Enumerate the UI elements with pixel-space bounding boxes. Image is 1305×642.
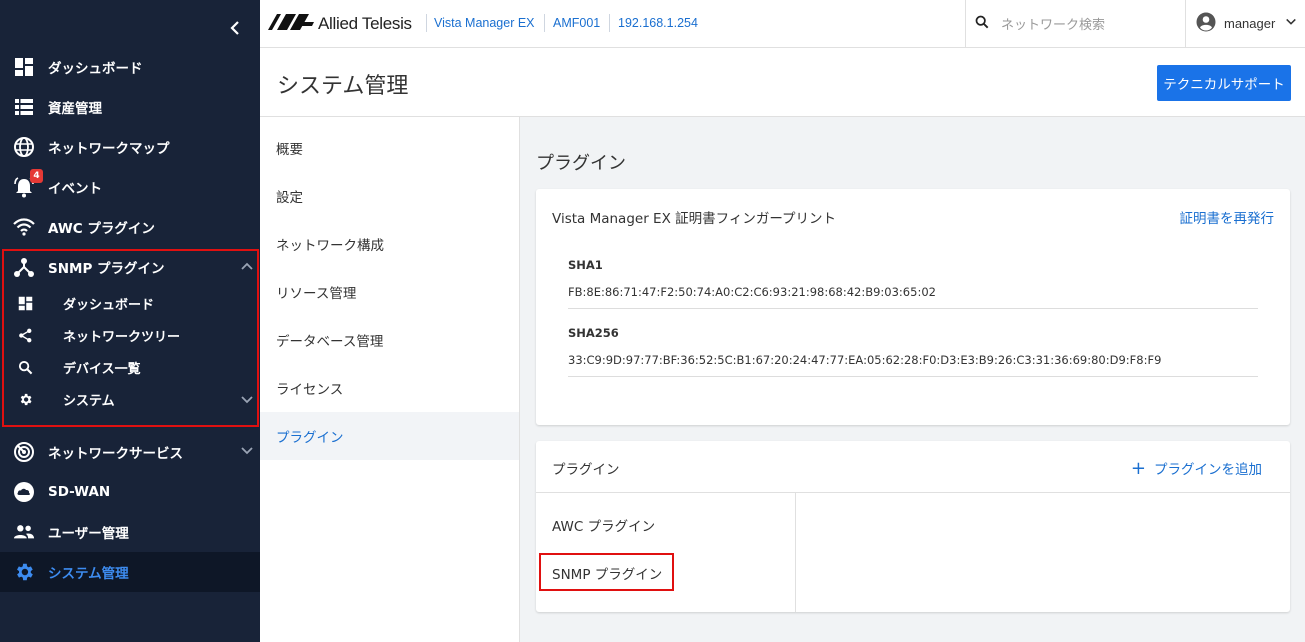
chevron-down-icon — [240, 444, 254, 458]
sidebar-item-label: ユーザー管理 — [48, 526, 129, 542]
reissue-certificate-link[interactable]: 証明書を再発行 — [1180, 207, 1275, 227]
globe-icon — [13, 136, 35, 158]
account-icon — [1196, 12, 1216, 36]
cloud-icon — [13, 481, 35, 503]
event-count-badge: 4 — [30, 169, 43, 183]
search-input[interactable]: ネットワーク検索 — [1001, 14, 1105, 33]
plugin-item-awc[interactable]: AWC プラグイン — [552, 515, 655, 535]
add-plugin-label: プラグインを追加 — [1154, 462, 1262, 478]
sidebar-item-label: ダッシュボード — [48, 61, 143, 77]
sidebar-item-network-map[interactable]: ネットワークマップ — [0, 127, 260, 167]
subnav-item-license[interactable]: ライセンス — [260, 364, 519, 412]
section-title: プラグイン — [536, 153, 626, 174]
sidebar-item-user-management[interactable]: ユーザー管理 — [0, 512, 260, 552]
chevron-down-icon — [1285, 16, 1297, 32]
radar-icon — [13, 441, 35, 463]
sidebar-item-label: システム管理 — [48, 566, 129, 582]
snmp-plugin-highlight-box — [539, 553, 674, 591]
plus-icon: + — [1130, 457, 1146, 479]
main-content: プラグイン Vista Manager EX 証明書フィンガープリント 証明書を… — [520, 117, 1305, 642]
sha256-label: SHA256 — [568, 326, 619, 340]
logo-text: Allied Telesis — [318, 14, 412, 33]
sidebar-item-label: ネットワークマップ — [48, 141, 170, 157]
sidebar-item-assets[interactable]: 資産管理 — [0, 87, 260, 127]
username: manager — [1224, 16, 1276, 31]
divider — [568, 376, 1258, 377]
subnav-item-plugins[interactable]: プラグイン — [260, 412, 519, 460]
allied-telesis-logo-icon — [268, 14, 314, 34]
sidebar-item-network-services[interactable]: ネットワークサービス — [0, 432, 260, 472]
snmp-highlight-box — [2, 249, 259, 427]
sidebar: ダッシュボード 資産管理 ネットワークマップ イベント 4 AWC プラグイン … — [0, 0, 260, 642]
top-header: Allied Telesis Vista Manager EX AMF001 1… — [260, 0, 1305, 48]
user-menu[interactable]: manager — [1185, 0, 1305, 47]
sidebar-item-dashboard[interactable]: ダッシュボード — [0, 47, 260, 87]
search-icon — [975, 15, 989, 33]
dashboard-icon — [13, 56, 35, 78]
sidebar-item-label: AWC プラグイン — [48, 221, 155, 237]
wifi-icon — [13, 216, 35, 238]
system-subnav: 概要 設定 ネットワーク構成 リソース管理 データベース管理 ライセンス プラグ… — [260, 117, 520, 642]
logo[interactable]: Allied Telesis — [268, 14, 412, 34]
plugin-card: プラグイン + プラグインを追加 AWC プラグイン SNMP プラグイン — [536, 441, 1290, 612]
ip-address-link[interactable]: 192.168.1.254 — [618, 16, 698, 30]
divider — [426, 14, 427, 32]
subnav-item-resource-management[interactable]: リソース管理 — [260, 268, 519, 316]
subnav-item-database-management[interactable]: データベース管理 — [260, 316, 519, 364]
subnav-item-settings[interactable]: 設定 — [260, 172, 519, 220]
sidebar-item-label: ネットワークサービス — [48, 446, 183, 462]
network-search[interactable]: ネットワーク検索 — [965, 0, 1185, 47]
sidebar-item-label: 資産管理 — [48, 101, 102, 117]
divider — [536, 492, 1290, 493]
sidebar-item-sd-wan[interactable]: SD-WAN — [0, 472, 260, 512]
divider — [544, 14, 545, 32]
subnav-item-overview[interactable]: 概要 — [260, 124, 519, 172]
people-icon — [13, 521, 35, 543]
device-name-link[interactable]: AMF001 — [553, 16, 600, 30]
fingerprint-title: Vista Manager EX 証明書フィンガープリント — [552, 211, 837, 227]
divider — [568, 308, 1258, 309]
divider — [609, 14, 610, 32]
page-title: システム管理 — [277, 74, 409, 99]
list-icon — [13, 96, 35, 118]
sidebar-item-label: イベント — [48, 181, 102, 197]
app-name-link[interactable]: Vista Manager EX — [434, 16, 535, 30]
sha1-value: FB:8E:86:71:47:F2:50:74:A0:C2:C6:93:21:9… — [568, 285, 936, 299]
divider — [795, 493, 796, 612]
sidebar-item-system-management[interactable]: システム管理 — [0, 552, 260, 592]
collapse-icon[interactable] — [228, 18, 242, 38]
fingerprint-card: Vista Manager EX 証明書フィンガープリント 証明書を再発行 SH… — [536, 189, 1290, 425]
sha1-label: SHA1 — [568, 258, 603, 272]
technical-support-button[interactable]: テクニカルサポート — [1157, 65, 1291, 101]
gear-icon — [13, 561, 35, 583]
title-bar: システム管理 テクニカルサポート — [260, 48, 1305, 117]
sha256-value: 33:C9:9D:97:77:BF:36:52:5C:B1:67:20:24:4… — [568, 353, 1162, 367]
plugin-card-title: プラグイン — [552, 462, 620, 478]
sidebar-item-awc-plugin[interactable]: AWC プラグイン — [0, 207, 260, 247]
sidebar-item-label: SD-WAN — [48, 484, 111, 500]
add-plugin-link[interactable]: + プラグインを追加 — [1131, 458, 1262, 478]
subnav-item-network-config[interactable]: ネットワーク構成 — [260, 220, 519, 268]
